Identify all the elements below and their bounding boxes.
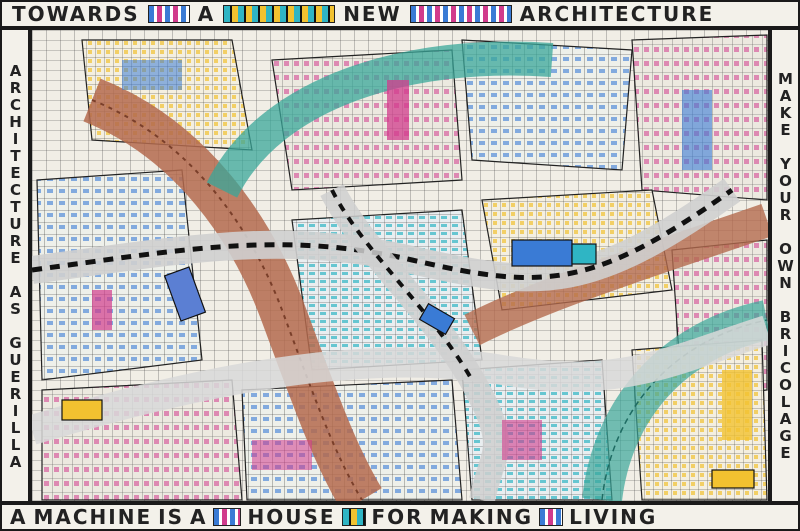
frame-right-text: MAKE YOUR OWN BRICOLAGE (770, 28, 800, 503)
frame-bottom-word-5: HOUSE (247, 505, 336, 529)
frame-left-phrase: ARCHITECTURE AS GUERILLA (6, 61, 25, 470)
frame-top-text: TOWARDS A NEW ARCHITECTURE (0, 0, 800, 28)
frame-top-pattern-2 (223, 5, 336, 23)
frame-bottom-word-4: A (189, 505, 208, 529)
city-drawing (30, 28, 770, 503)
frame-top-word-2: A (197, 2, 216, 26)
frame-bottom-word-6: FOR (371, 505, 424, 529)
frame-bottom-pattern-3 (539, 508, 564, 526)
frame-top-word-4: ARCHITECTURE (519, 2, 715, 26)
artwork-canvas: TOWARDS A NEW ARCHITECTURE ARCHITECTURE … (0, 0, 800, 531)
frame-bottom-word-3: IS (158, 505, 184, 529)
city-drawing-svg (32, 30, 768, 501)
frame-right-phrase: MAKE YOUR OWN BRICOLAGE (776, 70, 795, 461)
frame-top-word-1: TOWARDS (12, 2, 140, 26)
frame-bottom-text: A MACHINE IS A HOUSE FOR MAKING LIVING (0, 503, 800, 531)
frame-bottom-word-2: MACHINE (33, 505, 153, 529)
frame-left-text: ARCHITECTURE AS GUERILLA (0, 28, 30, 503)
frame-top-pattern-1 (147, 5, 190, 23)
frame-top-word-3: NEW (343, 2, 402, 26)
frame-bottom-word-8: LIVING (569, 505, 658, 529)
frame-top-pattern-3 (409, 5, 512, 23)
frame-bottom-word-7: MAKING (429, 505, 534, 529)
frame-bottom-pattern-2 (341, 508, 366, 526)
frame-bottom-word-1: A (10, 505, 28, 529)
frame-bottom-pattern-1 (213, 508, 242, 526)
